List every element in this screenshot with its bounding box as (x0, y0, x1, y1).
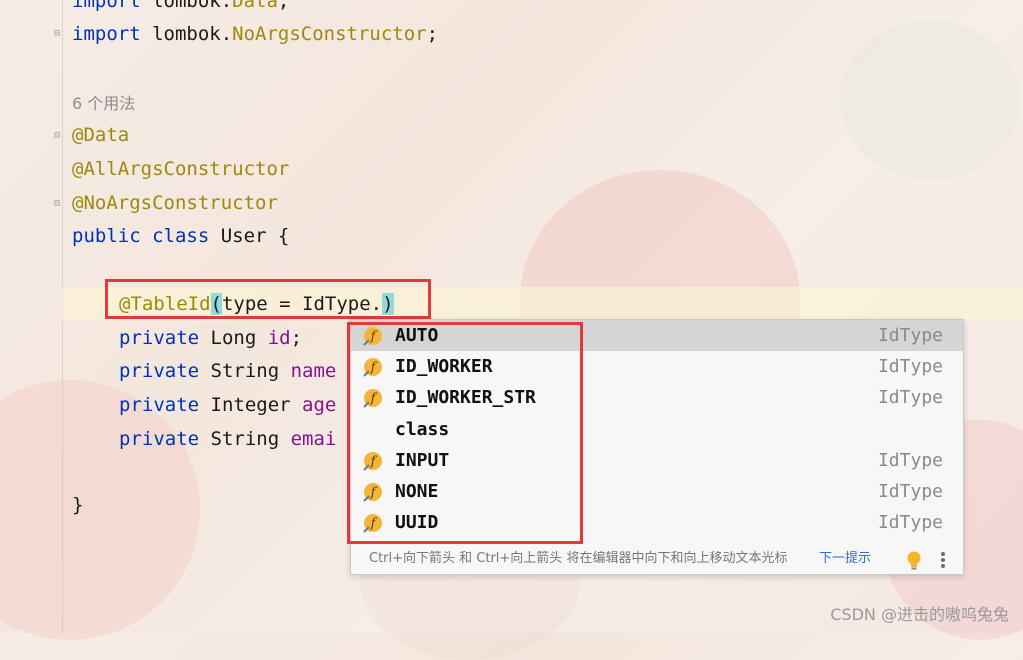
editor-gutter[interactable] (0, 0, 63, 633)
code-line-annotation-data[interactable]: @Data (72, 120, 129, 150)
highlight-box-tableid (105, 279, 431, 319)
fold-marker-icon[interactable]: ⊟ (54, 130, 64, 142)
fold-marker-icon[interactable]: ⊟ (54, 28, 64, 40)
usages-inlay-hint[interactable]: 6 个用法 (72, 90, 135, 114)
code-line-annotation-noargs[interactable]: @NoArgsConstructor (72, 188, 278, 218)
code-line-field-email[interactable]: private String emai (119, 424, 336, 454)
code-line-field-name[interactable]: private String name (119, 356, 336, 386)
lightbulb-icon[interactable] (905, 550, 923, 570)
fold-marker-icon[interactable]: ⊟ (54, 198, 64, 210)
more-options-icon[interactable] (939, 550, 947, 570)
watermark: CSDN @进击的嗷呜兔兔 (830, 605, 1009, 624)
code-line-field-age[interactable]: private Integer age (119, 390, 336, 420)
code-line-field-id[interactable]: private Long id; (119, 323, 302, 353)
code-line-import-noargs[interactable]: import lombok.NoArgsConstructor; (72, 19, 438, 49)
completion-footer: Ctrl+向下箭头 和 Ctrl+向上箭头 将在编辑器中向下和向上移动文本光标 … (351, 544, 963, 574)
wallpaper-decoration (840, 20, 1020, 180)
completion-footer-hint: Ctrl+向下箭头 和 Ctrl+向上箭头 将在编辑器中向下和向上移动文本光标 (369, 551, 788, 566)
next-tip-link[interactable]: 下一提示 (819, 544, 871, 574)
code-line-import-data[interactable]: import lombok.Data; (72, 0, 289, 16)
highlight-box-completion-list (347, 322, 583, 544)
code-line-annotation-allargs[interactable]: @AllArgsConstructor (72, 154, 289, 184)
code-line-close-brace[interactable]: } (72, 490, 83, 520)
code-line-class-declaration[interactable]: public class User { (72, 221, 289, 251)
